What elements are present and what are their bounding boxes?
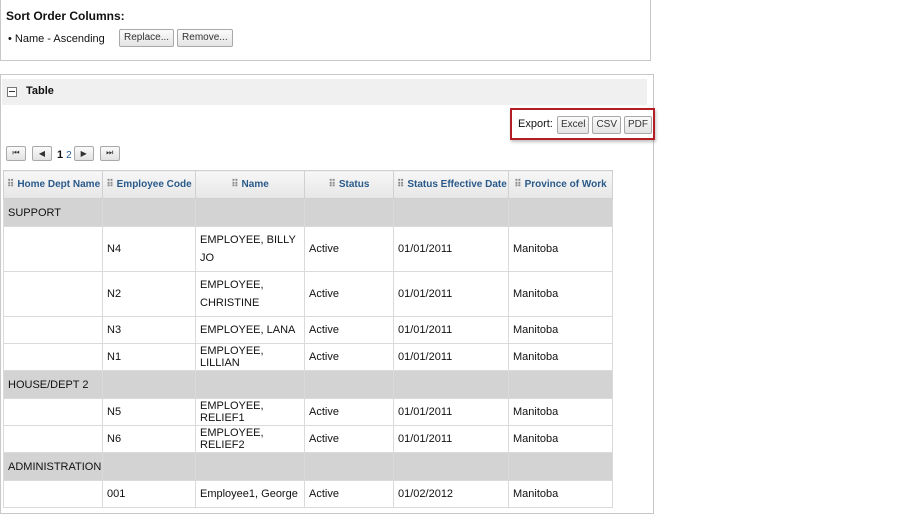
column-header-employee-code[interactable]: ⠿ Employee Code — [102, 170, 196, 199]
drag-grip-icon[interactable]: ⠿ — [231, 179, 238, 190]
column-header-status[interactable]: ⠿ Status — [304, 170, 394, 199]
employee-code: N3 — [102, 316, 196, 344]
employee-table: ⠿ Home Dept Name ⠿ Employee Code ⠿ Name ⠿ St… — [3, 170, 613, 508]
export-csv-button[interactable]: CSV — [592, 116, 622, 134]
employee-status: Active — [304, 226, 394, 272]
province-of-work: Manitoba — [508, 271, 613, 317]
sort-buttons: Replace... Remove... — [119, 29, 233, 47]
employee-name: EMPLOYEE, LANA — [195, 316, 305, 344]
employee-name: Employee1, George — [195, 480, 305, 508]
remove-button[interactable]: Remove... — [177, 29, 233, 47]
table-panel-header: Table — [2, 79, 647, 105]
employee-name: EMPLOYEE, RELIEF1 — [195, 398, 305, 426]
column-header-status-date[interactable]: ⠿ Status Effective Date — [393, 170, 509, 199]
drag-grip-icon[interactable]: ⠿ — [106, 179, 113, 190]
group-row: SUPPORT — [3, 198, 613, 227]
page-2-link[interactable]: 2 — [66, 150, 72, 161]
status-effective-date: 01/01/2011 — [393, 226, 509, 272]
group-name: HOUSE/DEPT 2 — [3, 370, 103, 399]
status-effective-date: 01/02/2012 — [393, 480, 509, 508]
current-page: 1 — [57, 149, 64, 161]
employee-code: N1 — [102, 343, 196, 371]
province-of-work: Manitoba — [508, 480, 613, 508]
employee-name: EMPLOYEE, BILLY JO — [195, 226, 305, 272]
drag-grip-icon[interactable]: ⠿ — [397, 179, 404, 190]
table-row[interactable]: N2 EMPLOYEE, CHRISTINE Active 01/01/2011… — [3, 271, 613, 317]
table-row[interactable]: N4 EMPLOYEE, BILLY JO Active 01/01/2011 … — [3, 226, 613, 272]
pager: ⏮ ◀ 1 2 ▶ ⏭ — [6, 145, 120, 161]
employee-status: Active — [304, 425, 394, 453]
export-toolbar: Export: Excel CSV PDF — [510, 108, 655, 140]
table-row[interactable]: N3 EMPLOYEE, LANA Active 01/01/2011 Mani… — [3, 316, 613, 344]
table-header-row: ⠿ Home Dept Name ⠿ Employee Code ⠿ Name ⠿ St… — [3, 170, 613, 199]
first-page-icon[interactable]: ⏮ — [6, 145, 26, 161]
employee-code: N5 — [102, 398, 196, 426]
status-effective-date: 01/01/2011 — [393, 425, 509, 453]
sort-order-panel: Sort Order Columns: • Name - Ascending R… — [0, 0, 651, 61]
employee-code: 001 — [102, 480, 196, 508]
replace-button[interactable]: Replace... — [119, 29, 175, 47]
drag-grip-icon[interactable]: ⠿ — [514, 179, 521, 190]
employee-code: N4 — [102, 226, 196, 272]
column-header-name[interactable]: ⠿ Name — [195, 170, 305, 199]
table-panel-title: Table — [26, 85, 54, 97]
employee-name: EMPLOYEE, LILLIAN — [195, 343, 305, 371]
table-row[interactable]: N5 EMPLOYEE, RELIEF1 Active 01/01/2011 M… — [3, 398, 613, 426]
table-panel: Table Export: Excel CSV PDF ⏮ ◀ 1 2 ▶ ⏭ … — [0, 74, 655, 514]
province-of-work: Manitoba — [508, 343, 613, 371]
group-name: ADMINISTRATION — [3, 452, 103, 481]
status-effective-date: 01/01/2011 — [393, 398, 509, 426]
sort-order-title: Sort Order Columns: — [6, 9, 125, 23]
group-name: SUPPORT — [3, 198, 103, 227]
export-excel-button[interactable]: Excel — [557, 116, 590, 134]
export-pdf-button[interactable]: PDF — [624, 116, 653, 134]
employee-status: Active — [304, 398, 394, 426]
status-effective-date: 01/01/2011 — [393, 316, 509, 344]
province-of-work: Manitoba — [508, 425, 613, 453]
employee-code: N2 — [102, 271, 196, 317]
export-label: Export: — [518, 118, 553, 130]
status-effective-date: 01/01/2011 — [393, 271, 509, 317]
column-header-home-dept[interactable]: ⠿ Home Dept Name — [3, 170, 103, 199]
group-row: ADMINISTRATION — [3, 452, 613, 481]
province-of-work: Manitoba — [508, 226, 613, 272]
employee-status: Active — [304, 316, 394, 344]
employee-name: EMPLOYEE, RELIEF2 — [195, 425, 305, 453]
employee-status: Active — [304, 343, 394, 371]
group-row: HOUSE/DEPT 2 — [3, 370, 613, 399]
prev-page-icon[interactable]: ◀ — [32, 145, 52, 161]
province-of-work: Manitoba — [508, 398, 613, 426]
status-effective-date: 01/01/2011 — [393, 343, 509, 371]
table-row[interactable]: 001 Employee1, George Active 01/02/2012 … — [3, 480, 613, 508]
next-page-icon[interactable]: ▶ — [73, 145, 94, 161]
employee-status: Active — [304, 480, 394, 508]
province-of-work: Manitoba — [508, 316, 613, 344]
column-header-province[interactable]: ⠿ Province of Work — [508, 170, 613, 199]
drag-grip-icon[interactable]: ⠿ — [7, 179, 14, 190]
sort-order-item: • Name - Ascending — [8, 33, 105, 45]
collapse-icon[interactable] — [7, 87, 17, 97]
table-row[interactable]: N1 EMPLOYEE, LILLIAN Active 01/01/2011 M… — [3, 343, 613, 371]
employee-status: Active — [304, 271, 394, 317]
table-row[interactable]: N6 EMPLOYEE, RELIEF2 Active 01/01/2011 M… — [3, 425, 613, 453]
employee-code: N6 — [102, 425, 196, 453]
employee-name: EMPLOYEE, CHRISTINE — [195, 271, 305, 317]
last-page-icon[interactable]: ⏭ — [99, 145, 120, 161]
drag-grip-icon[interactable]: ⠿ — [329, 179, 336, 190]
